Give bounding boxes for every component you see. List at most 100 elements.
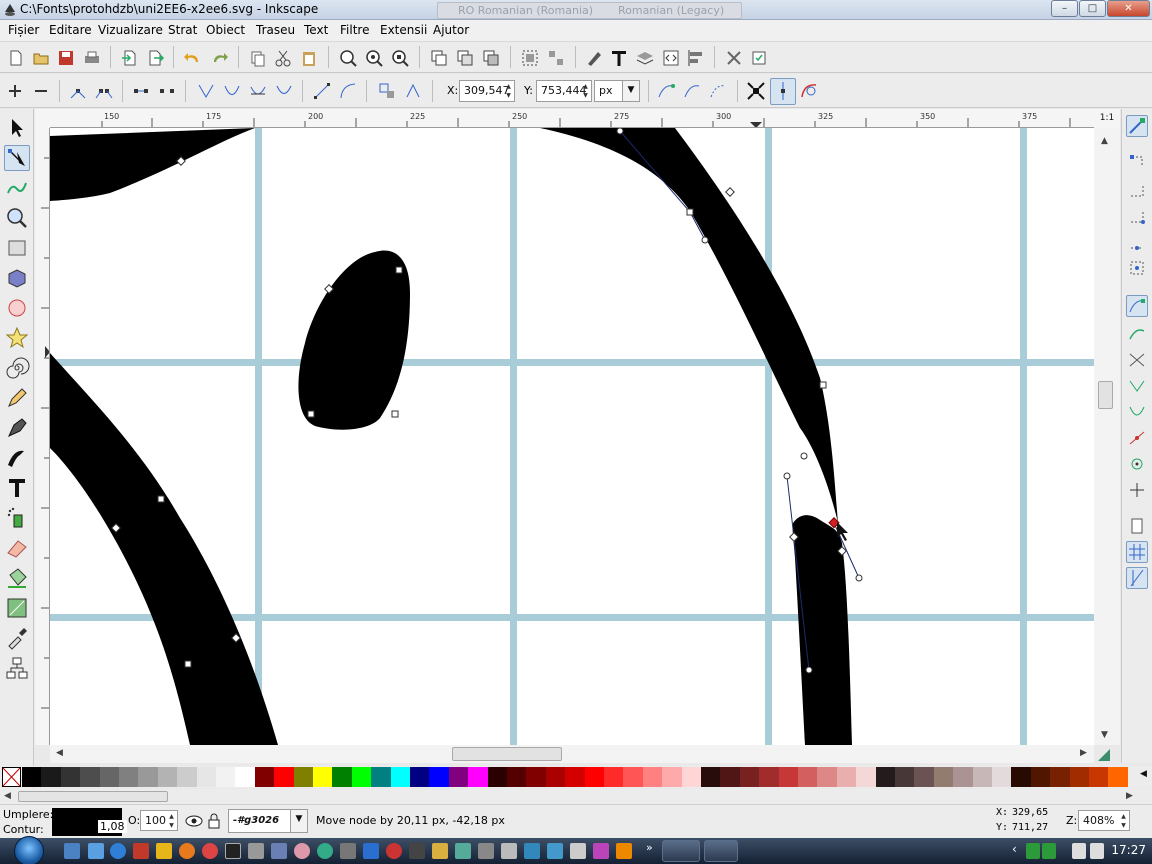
save-icon[interactable]: [56, 48, 76, 68]
y-coordinate-input[interactable]: 753,444 ▲ ▼: [536, 80, 592, 102]
menu-path[interactable]: Traseu: [256, 23, 295, 37]
color-swatch[interactable]: [1030, 767, 1051, 787]
color-swatch[interactable]: [972, 767, 993, 787]
print-icon[interactable]: [82, 48, 102, 68]
zoom-page-icon[interactable]: [390, 48, 410, 68]
horizontal-scroll-thumb[interactable]: [452, 747, 562, 761]
color-swatch[interactable]: [1089, 767, 1109, 787]
snap-guides-toggle[interactable]: [1126, 567, 1148, 589]
color-swatch[interactable]: [701, 767, 721, 787]
snap-cusp-nodes-icon[interactable]: [1126, 375, 1148, 397]
horizontal-scrollbar[interactable]: ◀ ▶: [50, 745, 1094, 763]
to-line-icon[interactable]: [312, 81, 332, 101]
rectangle-tool-icon[interactable]: [4, 235, 30, 261]
pen-tool-icon[interactable]: [4, 415, 30, 441]
enable-snapping-toggle[interactable]: [1126, 115, 1148, 137]
chrome-icon[interactable]: [317, 843, 333, 859]
opera-icon[interactable]: [202, 843, 218, 859]
show-transform-handles-icon[interactable]: [746, 81, 766, 101]
command-prompt-icon[interactable]: [225, 843, 241, 859]
app-icon[interactable]: [593, 843, 609, 859]
document-properties-icon[interactable]: [724, 48, 744, 68]
object-to-path-icon[interactable]: [377, 81, 397, 101]
firefox-icon[interactable]: [179, 843, 195, 859]
clone-icon[interactable]: [455, 48, 475, 68]
selector-tool-icon[interactable]: [4, 115, 30, 141]
show-path-handles-toggle[interactable]: [770, 78, 796, 105]
close-button[interactable]: ✕: [1107, 0, 1150, 17]
insert-node-icon[interactable]: [5, 81, 25, 101]
color-swatch[interactable]: [99, 767, 120, 787]
no-color-swatch[interactable]: [2, 767, 21, 787]
color-swatch[interactable]: [371, 767, 392, 787]
opacity-input[interactable]: 100 ▲ ▼: [140, 810, 178, 831]
color-management-icon[interactable]: [1096, 747, 1112, 763]
scroll-left-icon[interactable]: ◀: [56, 748, 63, 758]
snap-bbox-edge-icon[interactable]: [1126, 179, 1148, 201]
align-distribute-icon[interactable]: [686, 48, 706, 68]
export-icon[interactable]: [145, 48, 165, 68]
scroll-down-icon[interactable]: ▼: [1101, 730, 1108, 740]
color-swatch[interactable]: [895, 767, 915, 787]
network-icon[interactable]: [1072, 843, 1086, 859]
copy-icon[interactable]: [248, 48, 268, 68]
palette-scrollbar[interactable]: ◀ ▶: [0, 789, 1152, 804]
color-swatch[interactable]: [856, 767, 877, 787]
color-swatch[interactable]: [429, 767, 450, 787]
snap-grid-toggle[interactable]: [1126, 541, 1148, 563]
eraser-tool-icon[interactable]: [4, 535, 30, 561]
start-button[interactable]: [14, 836, 44, 864]
minimize-button[interactable]: –: [1051, 0, 1078, 17]
smooth-node-icon[interactable]: [222, 81, 242, 101]
color-swatch[interactable]: [468, 767, 489, 787]
eye-icon[interactable]: [185, 813, 203, 829]
color-swatch[interactable]: [836, 767, 857, 787]
show-desktop-icon[interactable]: [64, 843, 80, 859]
star-tool-icon[interactable]: [4, 325, 30, 351]
app-icon[interactable]: [524, 843, 540, 859]
color-swatch[interactable]: [720, 767, 741, 787]
fill-stroke-icon[interactable]: [584, 48, 604, 68]
spiral-tool-icon[interactable]: [4, 355, 30, 381]
opacity-spin-arrows-icon[interactable]: ▲ ▼: [167, 812, 176, 830]
snap-paths-icon[interactable]: [1126, 323, 1148, 345]
zoom-drawing-icon[interactable]: [364, 48, 384, 68]
unit-select[interactable]: px ▼: [594, 80, 640, 102]
explorer-icon[interactable]: [88, 843, 104, 859]
php-icon[interactable]: [271, 843, 287, 859]
color-swatch[interactable]: [526, 767, 547, 787]
color-swatch[interactable]: [798, 767, 818, 787]
taskbar-button[interactable]: [662, 840, 700, 862]
ungroup-icon[interactable]: [546, 48, 566, 68]
keyboard-layout-item[interactable]: Romanian (Legacy): [618, 4, 724, 17]
color-swatch[interactable]: [351, 767, 372, 787]
color-swatch[interactable]: [1050, 767, 1071, 787]
zoom-corner-button[interactable]: 1:1: [1094, 109, 1120, 128]
lock-icon[interactable]: [207, 813, 221, 829]
color-swatch[interactable]: [235, 767, 256, 787]
media-player-icon[interactable]: [156, 843, 172, 859]
dropper-tool-icon[interactable]: [4, 625, 30, 651]
color-swatch[interactable]: [778, 767, 799, 787]
tray-expand-icon[interactable]: ‹: [1012, 842, 1017, 856]
tool-icon[interactable]: [340, 843, 356, 859]
color-swatch[interactable]: [1011, 767, 1032, 787]
preferences-icon[interactable]: [749, 48, 769, 68]
menu-help[interactable]: Ajutor: [433, 23, 469, 37]
app-icon[interactable]: [547, 843, 563, 859]
zoom-selection-icon[interactable]: [338, 48, 358, 68]
language-bar[interactable]: RO Romanian (Romania) Romanian (Legacy): [437, 2, 742, 19]
color-swatch[interactable]: [138, 767, 159, 787]
menu-edit[interactable]: Editare: [49, 23, 92, 37]
menu-layer[interactable]: Strat: [168, 23, 197, 37]
app-launcher-icon[interactable]: [133, 843, 149, 859]
color-swatch[interactable]: [623, 767, 644, 787]
path-effect-icon[interactable]: [708, 81, 728, 101]
show-clip-path-icon[interactable]: [799, 81, 819, 101]
color-swatch[interactable]: [410, 767, 430, 787]
color-swatch[interactable]: [933, 767, 954, 787]
snap-page-icon[interactable]: [1126, 515, 1148, 537]
group-icon[interactable]: [520, 48, 540, 68]
color-swatch[interactable]: [390, 767, 411, 787]
snap-intersections-icon[interactable]: [1126, 349, 1148, 371]
